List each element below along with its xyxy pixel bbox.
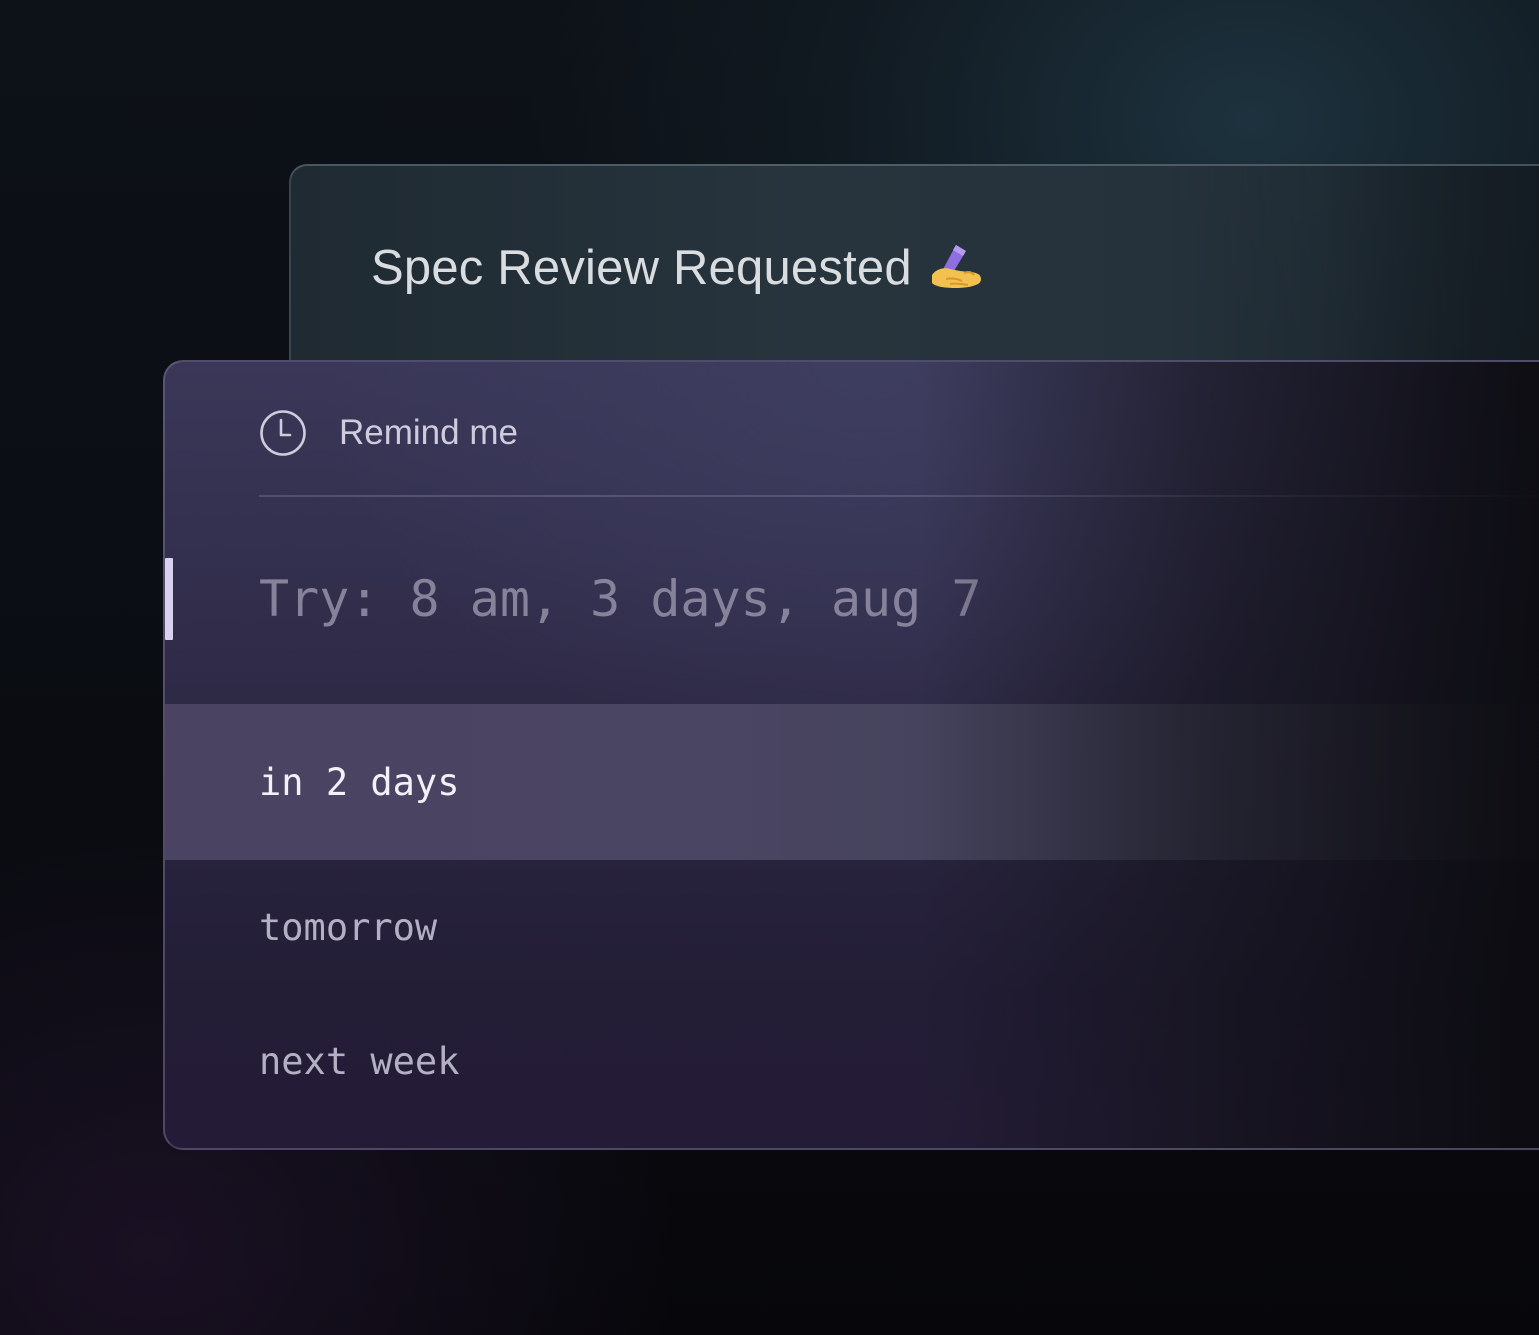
notification-title-text: Spec Review Requested: [371, 241, 912, 295]
option-label: next week: [259, 1039, 460, 1083]
input-focus-indicator: [165, 558, 173, 640]
time-input-row: [165, 558, 1539, 640]
option-tomorrow[interactable]: tomorrow: [165, 860, 1539, 994]
reminder-options-list: in 2 days tomorrow next week: [165, 704, 1539, 1128]
remind-me-label: Remind me: [339, 413, 518, 452]
clock-icon: [259, 409, 307, 457]
remind-header: Remind me: [259, 408, 518, 458]
writing-hand-icon: [926, 241, 984, 295]
header-divider: [259, 495, 1539, 497]
option-next-week[interactable]: next week: [165, 994, 1539, 1128]
remind-time-input[interactable]: [259, 566, 1259, 632]
option-label: in 2 days: [259, 760, 460, 804]
remind-me-panel: Remind me in 2 days tomorrow next week: [163, 360, 1539, 1150]
option-in-2-days[interactable]: in 2 days: [165, 704, 1539, 860]
option-label: tomorrow: [259, 905, 438, 949]
notification-title: Spec Review Requested: [371, 240, 984, 296]
